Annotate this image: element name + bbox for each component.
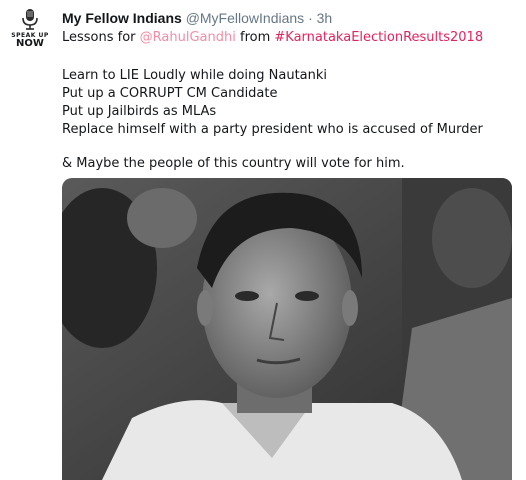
tweet-card[interactable]: SPEAK UP NOW My Fellow Indians @MyFellow… [0,0,526,480]
author-handle[interactable]: @MyFellowIndians [186,10,304,26]
intro-prefix: Lessons for [62,30,140,45]
microphone-icon [22,9,38,30]
intro-middle: from [235,30,275,45]
tweet-text-line: Put up a CORRUPT CM Candidate [62,86,278,101]
tweet-text-line: Learn to LIE Loudly while doing Nautanki [62,68,328,83]
tweet-text-line: Replace himself with a party president w… [62,122,483,137]
tweet-header: My Fellow Indians @MyFellowIndians · 3h [62,10,332,26]
avatar-brand-line2: NOW [16,38,44,49]
author-name[interactable]: My Fellow Indians [62,10,182,26]
tweet-text-line: Put up Jailbirds as MLAs [62,104,217,119]
tweet-closing-line: & Maybe the people of this country will … [62,156,405,171]
hashtag-link[interactable]: #KarnatakaElectionResults2018 [274,30,483,45]
tweet-intro-line: Lessons for @RahulGandhi from #Karnataka… [62,30,483,45]
mention-link[interactable]: @RahulGandhi [140,30,236,45]
avatar[interactable]: SPEAK UP NOW [10,8,50,52]
separator-dot: · [308,10,313,26]
tweet-timestamp[interactable]: 3h [317,10,333,26]
tweet-photo[interactable] [62,178,512,480]
photo-illustration [62,178,512,480]
